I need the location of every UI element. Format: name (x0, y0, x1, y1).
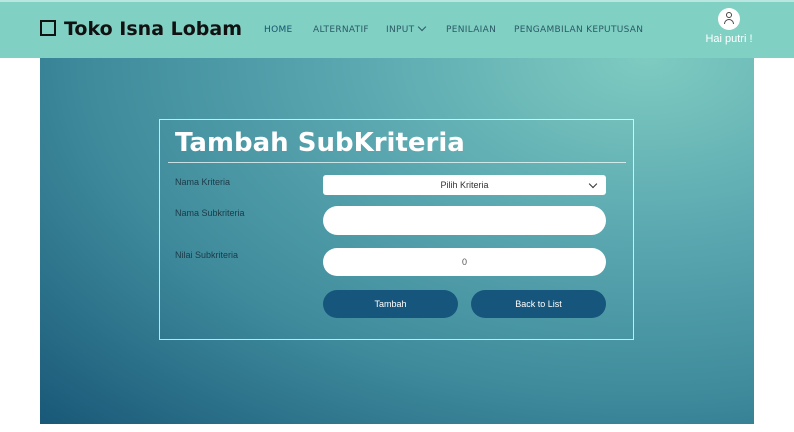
user-greeting: Hai putri ! (705, 33, 753, 45)
kriteria-select-value: Pilih Kriteria (440, 180, 489, 190)
nav-penilaian[interactable]: PENILAIAN (446, 25, 496, 35)
subkriteria-label: Nama Subkriteria (175, 208, 245, 218)
nilai-input[interactable]: 0 (323, 248, 606, 276)
nav-pengambilan-keputusan[interactable]: PENGAMBILAN KEPUTUSAN (514, 25, 643, 35)
back-to-list-button[interactable]: Back to List (471, 290, 606, 318)
hero-section: Tambah SubKriteria Nama Kriteria Pilih K… (40, 58, 754, 424)
tambah-button[interactable]: Tambah (323, 290, 458, 318)
brand-name: Toko Isna Lobam (64, 18, 243, 40)
page-title: Tambah SubKriteria (175, 128, 465, 158)
nav-input[interactable]: INPUT (386, 22, 427, 35)
store-logo-icon (40, 20, 58, 38)
chevron-down-icon (418, 22, 427, 32)
subkriteria-form: Tambah SubKriteria Nama Kriteria Pilih K… (159, 119, 634, 340)
subkriteria-input[interactable] (323, 206, 606, 235)
nav-home[interactable]: HOME (264, 25, 293, 35)
nav-input-label: INPUT (386, 25, 415, 35)
title-divider (168, 162, 626, 163)
top-navbar: Toko Isna Lobam HOME ALTERNATIF INPUT PE… (0, 0, 794, 58)
kriteria-select[interactable]: Pilih Kriteria (323, 175, 606, 195)
user-menu[interactable]: Hai putri ! (704, 8, 754, 45)
nilai-label: Nilai Subkriteria (175, 250, 239, 260)
brand[interactable]: Toko Isna Lobam (40, 18, 242, 40)
kriteria-label: Nama Kriteria (175, 177, 231, 187)
nav-alternatif[interactable]: ALTERNATIF (313, 25, 369, 35)
user-avatar-icon[interactable] (718, 8, 740, 30)
chevron-down-icon (588, 179, 598, 189)
